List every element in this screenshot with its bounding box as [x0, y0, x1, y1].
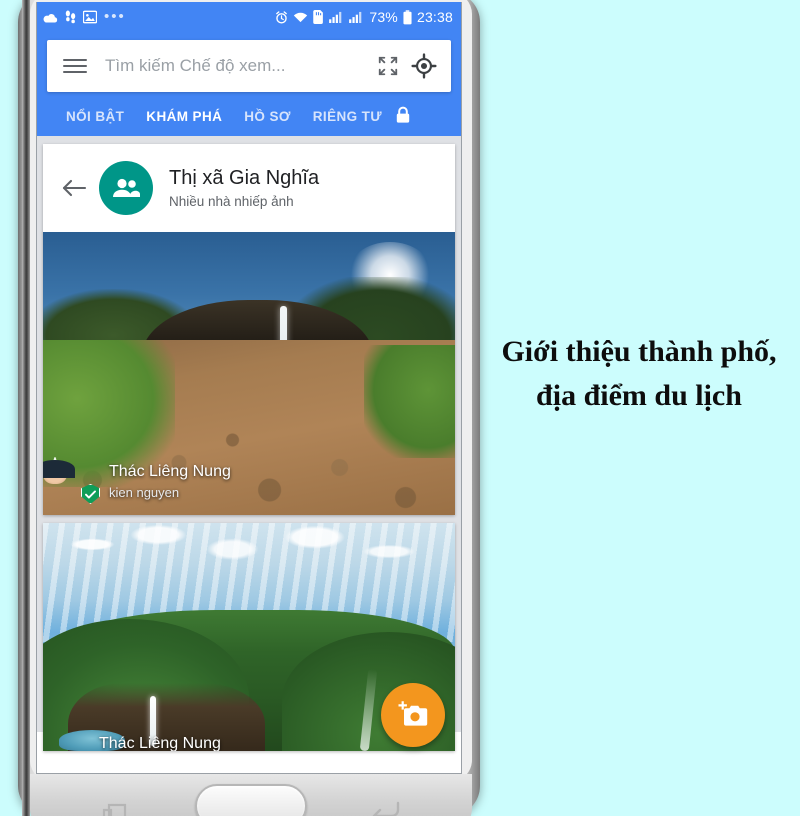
card-subtitle: Nhiều nhà nhiếp ảnh [169, 194, 294, 209]
back-nav-icon[interactable] [370, 800, 400, 816]
recent-apps-icon[interactable] [102, 800, 130, 816]
tab-ho-so[interactable]: HỒ SƠ [233, 109, 302, 136]
battery-percent: 73% [369, 9, 398, 25]
add-photo-camera-icon [398, 701, 428, 726]
content-area: Thị xã Gia Nghĩa Nhiều nhà nhiếp ảnh Thá… [37, 136, 461, 751]
status-bar: ••• 73% 23:38 [37, 2, 461, 32]
sdcard-icon [313, 10, 324, 24]
avatar[interactable] [53, 457, 100, 504]
phone-bottom-bezel [30, 774, 472, 816]
photo1-title: Thác Liêng Nung [109, 462, 231, 480]
home-button[interactable] [195, 784, 307, 816]
side-caption-line-2: địa điểm du lịch [536, 378, 742, 412]
add-photo-fab[interactable] [381, 683, 445, 747]
back-arrow-icon[interactable] [55, 177, 93, 199]
search-input[interactable]: Tìm kiếm Chế độ xem... [105, 56, 365, 76]
footsteps-icon [65, 10, 76, 24]
status-clock: 23:38 [416, 9, 453, 25]
page-title: Thị xã Gia Nghĩa [169, 167, 320, 189]
wifi-icon [293, 11, 308, 23]
photo1-author: kien nguyen [109, 485, 180, 501]
status-bar-left: ••• [43, 8, 126, 25]
tab-kham-pha[interactable]: KHÁM PHÁ [135, 109, 233, 136]
photo1-caption-text: Thác Liêng Nung kien nguyen [109, 462, 231, 500]
search-bar[interactable]: Tìm kiếm Chế độ xem... [47, 40, 451, 92]
image-icon [83, 10, 97, 24]
overflow-dots-icon: ••• [104, 8, 126, 25]
signal-1-icon [329, 11, 344, 23]
cloud-icon [43, 12, 58, 23]
side-caption: Giới thiệu thành phố, địa điểm du lịch [478, 330, 800, 417]
phone-screen: ••• 73% 23:38 Tìm kiếm Chế độ xem... NỔI… [36, 2, 462, 774]
my-location-icon[interactable] [411, 53, 437, 79]
status-bar-right: 73% 23:38 [275, 9, 453, 25]
user-avatar-image [53, 457, 57, 478]
card-header-text: Thị xã Gia Nghĩa Nhiều nhà nhiếp ảnh [169, 167, 319, 209]
verified-check-icon [81, 484, 100, 504]
photo1-caption: Thác Liêng Nung kien nguyen [53, 457, 231, 504]
photo-thumbnail-1[interactable]: Thác Liêng Nung kien nguyen [43, 232, 455, 515]
people-group-icon [99, 161, 153, 215]
screenshot-stage: ••• 73% 23:38 Tìm kiếm Chế độ xem... NỔI… [0, 0, 800, 816]
photo1-grass-right [364, 345, 455, 459]
tab-bar: NỔI BẬT KHÁM PHÁ HỒ SƠ RIÊNG TƯ [47, 92, 451, 136]
phone-left-edge [22, 0, 30, 816]
hamburger-icon[interactable] [63, 59, 87, 73]
battery-icon [403, 9, 412, 25]
signal-2-icon [349, 11, 364, 23]
tab-noi-bat[interactable]: NỔI BẬT [55, 109, 135, 136]
lock-icon [393, 106, 417, 136]
tab-rieng-tu[interactable]: RIÊNG TƯ [302, 109, 393, 136]
photo2-title: Thác Liêng Nung [99, 735, 221, 751]
fullscreen-icon[interactable] [377, 55, 399, 77]
app-bar: Tìm kiếm Chế độ xem... NỔI BẬT KHÁM PHÁ … [37, 32, 461, 136]
side-caption-line-1: Giới thiệu thành phố, [501, 335, 777, 368]
alarm-icon [275, 10, 288, 24]
card-header: Thị xã Gia Nghĩa Nhiều nhà nhiếp ảnh [43, 144, 455, 232]
place-card: Thị xã Gia Nghĩa Nhiều nhà nhiếp ảnh Thá… [43, 144, 455, 515]
